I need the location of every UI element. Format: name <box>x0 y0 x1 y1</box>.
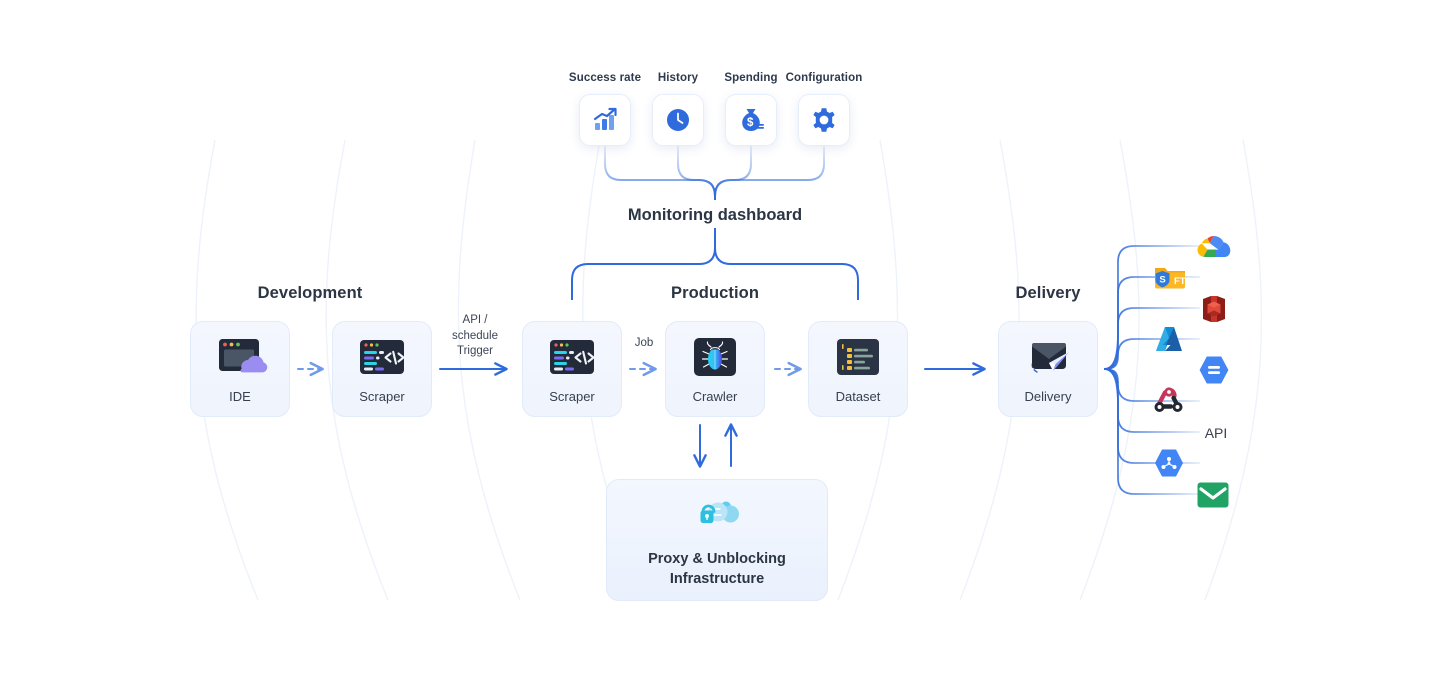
delivery-target-microsoft-azure[interactable] <box>1152 324 1186 354</box>
monitor-chip-button[interactable]: $ <box>725 94 777 146</box>
monitor-chip-spending[interactable]: Spending $ <box>721 72 781 146</box>
delivery-target-sftp[interactable]: FTP S <box>1150 263 1190 293</box>
delivery-target-pubsub[interactable] <box>1152 448 1186 478</box>
clock-icon <box>667 109 689 131</box>
node-scraper-production[interactable]: Scraper <box>522 321 622 417</box>
svg-text:$: $ <box>747 117 754 129</box>
webhook-icon <box>1154 387 1183 412</box>
node-label: Delivery <box>1024 389 1072 404</box>
monitor-chip-success-rate[interactable]: Success rate <box>569 72 641 146</box>
edge-label-api-schedule-trigger: API / schedule Trigger <box>451 314 499 358</box>
node-scraper-development[interactable]: Scraper <box>332 321 432 417</box>
section-title-production: Production <box>670 284 760 302</box>
unlock-globe-icon <box>688 491 746 540</box>
dataset-list-icon <box>829 334 887 380</box>
monitor-chip-label: History <box>657 72 699 84</box>
envelope-paper-plane-icon <box>1019 334 1077 380</box>
proxy-title-line2: Infrastructure <box>669 570 765 587</box>
delivery-target-amazon-s3[interactable] <box>1196 294 1232 324</box>
monitor-chip-button[interactable] <box>579 94 631 146</box>
google-cloud-icon <box>1197 235 1231 257</box>
sftp-folder-icon: FTP S <box>1155 268 1190 289</box>
section-title-delivery: Delivery <box>1015 284 1081 302</box>
node-dataset[interactable]: Dataset <box>808 321 908 417</box>
monitor-chip-button[interactable] <box>798 94 850 146</box>
code-editor-icon <box>543 334 601 380</box>
sftp-badge: S <box>1159 275 1165 286</box>
architecture-diagram: Success rate History Spending $ Configur… <box>0 0 1440 697</box>
google-cloud-storage-icon <box>1199 356 1229 384</box>
edge-label-job: Job <box>634 337 654 349</box>
proxy-card-title: Proxy & Unblocking Infrastructure <box>648 550 786 589</box>
monitor-chip-history[interactable]: History <box>648 72 708 146</box>
node-crawler[interactable]: Crawler <box>665 321 765 417</box>
delivery-target-google-cloud[interactable] <box>1196 232 1232 260</box>
proxy-title-line1: Proxy & Unblocking <box>648 550 786 567</box>
amazon-s3-icon <box>1203 296 1225 322</box>
email-icon <box>1197 482 1229 507</box>
bar-chart-trend-icon <box>593 107 617 130</box>
gear-icon <box>813 108 835 132</box>
node-delivery[interactable]: Delivery <box>998 321 1098 417</box>
monitor-chip-label: Success rate <box>568 72 642 84</box>
money-bag-icon: $ <box>742 109 764 131</box>
delivery-target-google-cloud-storage[interactable] <box>1196 355 1232 385</box>
sftp-text: FTP <box>1174 276 1190 287</box>
monitor-chip-label: Spending <box>724 72 778 84</box>
section-title-development: Development <box>257 284 363 302</box>
pubsub-hexagon-icon <box>1155 449 1183 477</box>
delivery-target-email[interactable] <box>1196 481 1230 508</box>
bug-icon <box>686 334 744 380</box>
node-label: Dataset <box>835 389 881 404</box>
card-proxy-unblocking-infrastructure[interactable]: Proxy & Unblocking Infrastructure <box>606 479 828 601</box>
node-label: Scraper <box>549 389 595 404</box>
node-ide[interactable]: IDE <box>190 321 290 417</box>
node-label: Crawler <box>692 389 738 404</box>
monitoring-dashboard-title: Monitoring dashboard <box>627 206 803 224</box>
azure-icon <box>1156 327 1182 351</box>
code-editor-icon <box>353 334 411 380</box>
delivery-target-api[interactable]: API <box>1196 421 1236 445</box>
delivery-target-webhook[interactable] <box>1150 386 1188 416</box>
monitor-chip-configuration[interactable]: Configuration <box>786 72 862 146</box>
node-label: Scraper <box>359 389 405 404</box>
node-label: IDE <box>229 389 251 404</box>
monitor-chip-button[interactable] <box>652 94 704 146</box>
monitor-chip-label: Configuration <box>785 72 863 84</box>
api-label: API <box>1204 425 1228 441</box>
ide-window-cloud-icon <box>211 334 269 380</box>
